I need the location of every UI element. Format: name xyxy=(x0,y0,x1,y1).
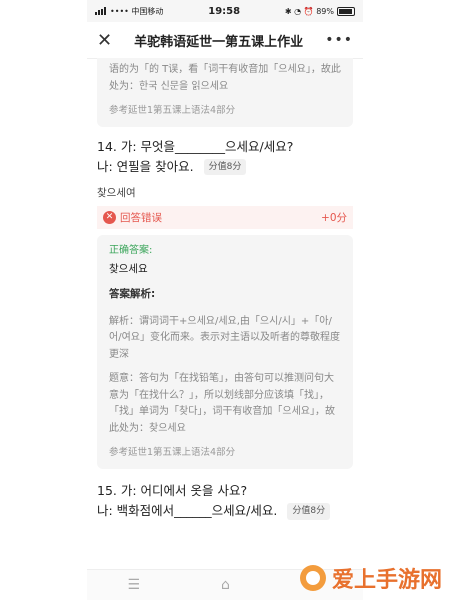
title-bar: ✕ 羊驼韩语延世一第五课上作业 ••• xyxy=(87,22,363,59)
home-icon[interactable]: ⌂ xyxy=(221,577,230,593)
analysis-paragraph-1: 解析：谓词词干+으세요/세요,由「으시/시」+「아/어/여요」变化而来。表示对主… xyxy=(109,315,340,360)
points-earned: +0分 xyxy=(321,211,347,224)
battery-icon xyxy=(336,6,355,16)
watermark-icon xyxy=(299,565,326,591)
close-icon[interactable]: ✕ xyxy=(97,30,112,51)
user-answer: 찾으세여 xyxy=(97,186,136,199)
correct-answer: 찾으세요 xyxy=(109,263,148,276)
question-line-2-text: 나: 연필을 찾아요. xyxy=(97,158,194,174)
menu-icon[interactable]: ☰ xyxy=(127,577,140,593)
reference-text: 参考延世1第五课上语法4部分 xyxy=(109,105,236,116)
status-right: ✱ ◔ ⏰ 89% xyxy=(284,6,355,16)
status-bar: •••• 中国移动 19:58 ✱ ◔ ⏰ 89% xyxy=(87,0,363,22)
score-badge: 分值8分 xyxy=(287,503,331,520)
question-line-1: 14. 가: 무엇을________으세요/세요? xyxy=(97,138,294,154)
analysis-label: 答案解析: xyxy=(109,288,156,301)
analysis-paragraph-2: 题意：答句为「在找铅笔」，由答句可以推测问句大意为「在找什么？」，所以划线部分应… xyxy=(109,373,335,434)
question-15: 15. 가: 어디에서 옷을 사요? 나: 백화점에서______으세요/세요.… xyxy=(87,469,363,521)
question-14: 14. 가: 무엇을________으세요/세요? 나: 연필을 찾아요. 分值… xyxy=(87,127,363,200)
more-icon[interactable]: ••• xyxy=(325,32,353,48)
question-line-2-text: 나: 백화점에서______으세요/세요. xyxy=(97,502,278,518)
analysis-text: 语的为「的 T误，看「词干有收音加「으세요」，故此处为：한국 신문을 읽으세요 xyxy=(109,64,341,92)
previous-analysis-card: 语的为「的 T误，看「词干有收音加「으세요」，故此处为：한국 신문을 읽으세요 … xyxy=(97,58,353,127)
correct-answer-label: 正确答案: xyxy=(109,244,153,256)
signal-icon xyxy=(95,7,106,15)
status-indicators: ✱ ◔ ⏰ 89% xyxy=(284,6,334,16)
reference-text: 参考延世1第五课上语法4部分 xyxy=(109,447,236,459)
score-badge: 分值8分 xyxy=(203,158,247,176)
answer-analysis-card: 正确答案: 찾으세요 答案解析: 解析：谓词词干+으세요/세요,由「으시/시」+… xyxy=(97,234,353,469)
clock: 19:58 xyxy=(208,5,241,17)
carrier-label: •••• 中国移动 xyxy=(110,6,164,16)
wrong-icon: ✕ xyxy=(103,210,116,224)
watermark-text: 爱上手游网 xyxy=(331,568,442,593)
status-left: •••• 中国移动 xyxy=(95,6,163,17)
watermark-logo: 爱上手游网 xyxy=(299,562,442,594)
answer-result-row: ✕ 回答错误 +0分 xyxy=(97,205,353,229)
content-scroll[interactable]: 语的为「的 T误，看「词干有收音加「으세요」，故此处为：한국 신문을 읽으세요 … xyxy=(87,58,363,570)
page-title: 羊驼韩语延世一第五课上作业 xyxy=(134,34,304,50)
result-label: 回答错误 xyxy=(120,211,162,224)
question-line-2: 나: 연필을 찾아요. 分值8分 xyxy=(97,157,353,177)
result-status: ✕ 回答错误 xyxy=(103,210,162,225)
question-line-2: 나: 백화점에서______으세요/세요. 分值8分 xyxy=(97,501,353,521)
phone-screen: •••• 中国移动 19:58 ✱ ◔ ⏰ 89% ✕ 羊驼韩语延世一第五课上作… xyxy=(87,0,363,600)
question-line-1: 15. 가: 어디에서 옷을 사요? xyxy=(97,482,248,498)
